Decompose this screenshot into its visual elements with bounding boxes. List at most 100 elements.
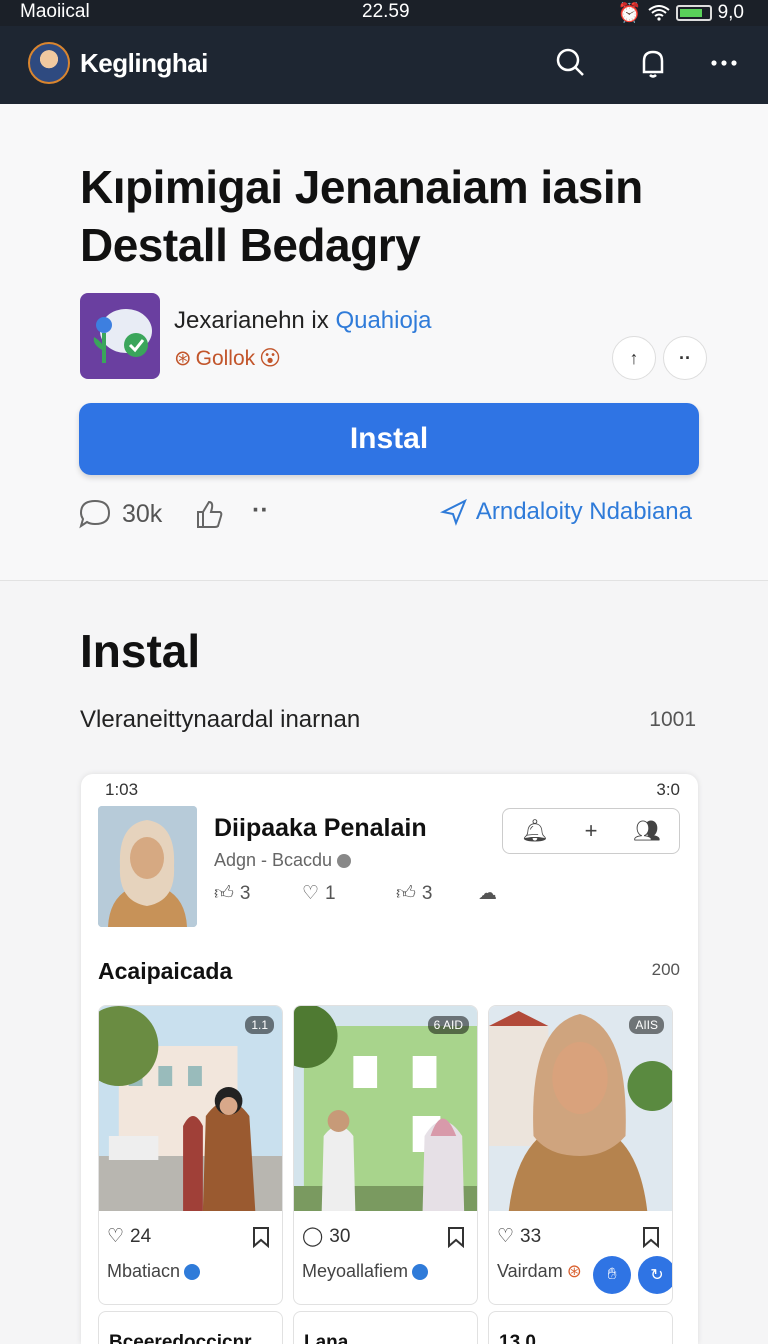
preview-stat-shares[interactable]: 👍︎ 3 (396, 882, 432, 905)
related-link[interactable]: Arndaloity Ndabiana (439, 498, 692, 526)
tile-caption: Mbatiacn (107, 1261, 201, 1282)
tile-partial-title: Bceeredoccicnr (109, 1332, 252, 1344)
publisher-link[interactable]: Quahioja (335, 307, 431, 334)
tile-partial[interactable]: Bceeredoccicnr (98, 1311, 283, 1344)
verified-icon (412, 1263, 429, 1280)
preview-stat-cloud[interactable]: ☁ (478, 882, 497, 905)
rating-icon: ⊛ (174, 347, 192, 370)
preview-profile-photo (98, 806, 197, 927)
send-icon (439, 498, 467, 526)
thumbs-up-icon: 👍︎ (214, 883, 234, 904)
comment-count: 30k (122, 499, 163, 528)
publisher-name: Jexarianehn ix (174, 307, 329, 334)
tile-photo (489, 1006, 672, 1211)
status-bar: Maoiical 22.59 ⏰ 9,0 (0, 0, 768, 26)
notifications-button[interactable] (634, 44, 672, 82)
battery-level: 9,0 (717, 2, 744, 23)
app-screenshot-preview[interactable]: 1:03 3:0 Diipaaka Penalain Adgn - Bcacdu… (81, 774, 698, 1344)
section-divider (0, 580, 768, 581)
publisher-line: Jexarianehn ix Quahioja (174, 307, 432, 335)
app-details-card: Kıpimigai Jenanaiam iasin Destall Bedagr… (0, 104, 768, 580)
more-icon (711, 60, 737, 66)
tile-partial[interactable]: 13.0 (488, 1311, 673, 1344)
tile-likes-count: 33 (520, 1225, 542, 1247)
wifi-icon (647, 5, 670, 21)
tile-partial-title: Lana (304, 1332, 349, 1344)
tile-partial[interactable]: Lana (293, 1311, 478, 1344)
tile-caption: Vairdam ⊛ (497, 1261, 582, 1282)
heart-icon: ♡ (497, 1226, 515, 1247)
profile-avatar[interactable] (28, 42, 70, 84)
section-count: 1001 (649, 708, 696, 731)
photo-tile[interactable]: 6 AID ◯ 30 Meyoallafiem (293, 1005, 478, 1305)
bookmark-icon[interactable] (447, 1226, 465, 1248)
preview-stat-shares-count: 3 (421, 882, 433, 904)
comments-button[interactable]: 30k (78, 498, 162, 530)
preview-profile-subtitle: Adgn - Bcacdu (214, 850, 352, 871)
refresh-icon: ↻ (650, 1267, 664, 1284)
tile-photo (99, 1006, 282, 1211)
status-icons: ⏰ 9,0 (618, 1, 744, 25)
badge-icon: ⊛ (566, 1261, 582, 1281)
comment-icon (79, 499, 111, 529)
tile-badge: 1.1 (245, 1016, 274, 1034)
search-button[interactable] (551, 44, 589, 82)
rating-label: Gollok (195, 346, 256, 370)
info-icon (337, 854, 352, 869)
tile-likes[interactable]: ♡ 33 (497, 1225, 541, 1248)
thumbs-up-icon (197, 500, 223, 528)
status-clock: 22.59 (362, 1, 410, 22)
bookmark-icon[interactable] (252, 1226, 270, 1248)
section-title: Instal (80, 625, 201, 677)
photo-tile[interactable]: 1.1 ♡ 24 Mbatiacn (98, 1005, 283, 1305)
carrier-label: Maoiical (20, 1, 90, 22)
share-button[interactable]: ↑ (612, 336, 656, 380)
preview-stat-likes[interactable]: 👍︎ 3 (214, 882, 250, 905)
preview-action-group: 🔔︎ + 👥︎ (502, 808, 680, 854)
preview-stat-likes-count: 3 (239, 882, 251, 904)
tile-caption-text: Mbatiacn (107, 1261, 181, 1281)
overflow-button[interactable]: ·· (663, 336, 707, 380)
cloud-icon: ☁ (478, 883, 497, 904)
preview-stat-hearts[interactable]: ♡ 1 (302, 882, 336, 905)
share-icon: ↑ (629, 347, 639, 368)
section-subtitle: Vleraneittynaardal inarnan (80, 706, 361, 733)
photo-tile[interactable]: AIIS ♡ 33 Vairdam ⊛ ✋︎ ↻ (488, 1005, 673, 1305)
hand-icon: ✋︎ (607, 1266, 617, 1283)
battery-icon (675, 5, 712, 21)
more-options-button[interactable] (705, 44, 743, 82)
tile-caption: Meyoallafiem (302, 1261, 429, 1282)
bookmark-icon[interactable] (642, 1226, 660, 1248)
heart-icon: ♡ (107, 1226, 125, 1247)
preview-status-time: 1:03 (105, 780, 139, 799)
app-icon (80, 293, 160, 379)
title-line-1: Kıpimigai Jenanaiam iasin (80, 161, 643, 213)
refresh-fab[interactable]: ↻ (638, 1256, 672, 1294)
rating-line: ⊛ Gollok 😮 (174, 346, 281, 371)
meta-row: 30k ·· Arndaloity Ndabiana (78, 496, 698, 538)
preview-profile-sub-text: Adgn - Bcacdu (214, 850, 333, 870)
like-button[interactable] (194, 498, 224, 537)
verified-icon (184, 1263, 201, 1280)
emoji-icon: 😮 (259, 347, 282, 370)
dots-icon: ·· (679, 347, 691, 368)
thumbs-up-icon: 👍︎ (396, 883, 416, 904)
preview-profile-name: Diipaaka Penalain (214, 814, 427, 842)
tile-badge: 6 AID (427, 1016, 469, 1034)
tile-likes[interactable]: ♡ 24 (107, 1225, 151, 1248)
preview-section-count: 200 (651, 960, 680, 979)
tile-caption-text: Vairdam (497, 1261, 563, 1281)
tile-badge: AIIS (629, 1016, 664, 1034)
bell-icon[interactable]: 🔔︎ (521, 818, 549, 844)
people-icon[interactable]: 👥︎ (633, 818, 661, 844)
plus-icon[interactable]: + (585, 818, 598, 844)
preview-status-right: 3:0 (656, 780, 680, 799)
like-fab[interactable]: ✋︎ (593, 1256, 631, 1294)
title-line-2: Destall Bedagry (80, 219, 421, 271)
more-meta-button[interactable]: ·· (252, 496, 269, 525)
preview-stat-hearts-count: 1 (325, 882, 336, 904)
search-icon (556, 48, 584, 76)
comment-icon: ◯ (302, 1226, 324, 1247)
tile-likes[interactable]: ◯ 30 (302, 1225, 350, 1248)
install-button[interactable]: Instal (79, 403, 699, 475)
